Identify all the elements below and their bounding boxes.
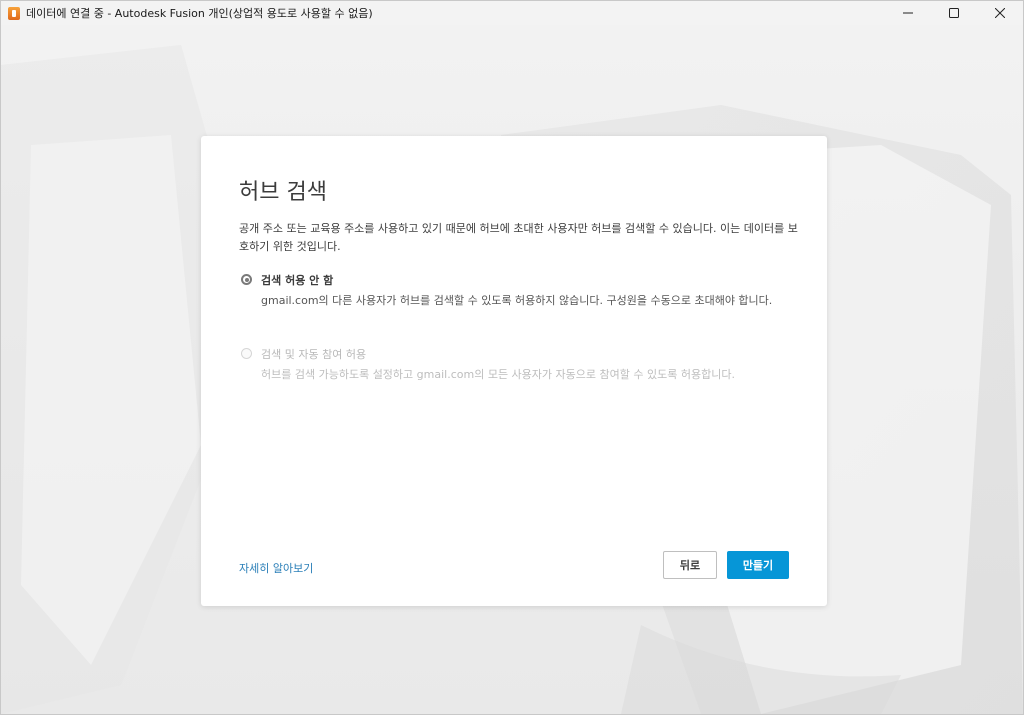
option-search-auto-join-label: 검색 및 자동 참여 허용 <box>261 348 367 361</box>
radio-no-search[interactable] <box>241 274 252 285</box>
create-button[interactable]: 만들기 <box>727 551 789 579</box>
close-icon <box>995 8 1005 18</box>
close-button[interactable] <box>977 1 1023 25</box>
minimize-button[interactable] <box>885 1 931 25</box>
radio-search-auto-join <box>241 348 252 359</box>
window-controls <box>885 1 1023 25</box>
app-window: 데이터에 연결 중 - Autodesk Fusion 개인(상업적 용도로 사… <box>0 0 1024 715</box>
back-button[interactable]: 뒤로 <box>663 551 717 579</box>
background-canvas: 허브 검색 공개 주소 또는 교육용 주소를 사용하고 있기 때문에 허브에 초… <box>1 25 1023 714</box>
option-no-search-description: gmail.com의 다른 사용자가 허브를 검색할 수 있도록 허용하지 않습… <box>261 294 773 307</box>
window-title: 데이터에 연결 중 - Autodesk Fusion 개인(상업적 용도로 사… <box>26 7 373 20</box>
search-hub-dialog: 허브 검색 공개 주소 또는 교육용 주소를 사용하고 있기 때문에 허브에 초… <box>201 136 827 606</box>
maximize-button[interactable] <box>931 1 977 25</box>
maximize-icon <box>949 8 959 18</box>
dialog-description: 공개 주소 또는 교육용 주소를 사용하고 있기 때문에 허브에 초대한 사용자… <box>239 222 798 253</box>
dialog-title: 허브 검색 <box>239 180 327 205</box>
title-bar: 데이터에 연결 중 - Autodesk Fusion 개인(상업적 용도로 사… <box>1 1 1023 25</box>
minimize-icon <box>903 12 913 14</box>
option-no-search-label: 검색 허용 안 함 <box>261 274 334 287</box>
learn-more-link[interactable]: 자세히 알아보기 <box>239 560 313 576</box>
option-search-auto-join-description: 허브를 검색 가능하도록 설정하고 gmail.com의 모든 사용자가 자동으… <box>261 368 735 381</box>
fusion-app-icon <box>8 6 20 20</box>
